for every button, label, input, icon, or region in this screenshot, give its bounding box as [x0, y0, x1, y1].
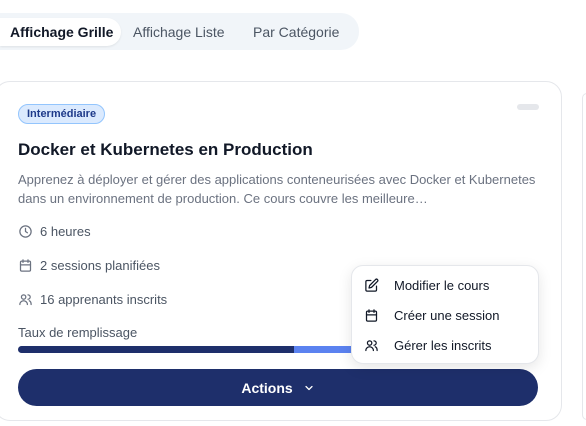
- menu-item-manage-enrolled[interactable]: Gérer les inscrits: [352, 331, 538, 359]
- menu-item-label: Créer une session: [394, 307, 500, 323]
- sessions-text: 2 sessions planifiées: [40, 257, 160, 273]
- actions-button-label: Actions: [241, 379, 293, 396]
- course-title: Docker et Kubernetes en Production: [18, 140, 313, 159]
- menu-item-create-session[interactable]: Créer une session: [352, 301, 538, 329]
- tab-by-category[interactable]: Par Catégorie: [244, 18, 354, 46]
- actions-dropdown-menu: Modifier le cours Créer une session Gére…: [351, 265, 539, 364]
- users-icon: [19, 293, 32, 305]
- users-icon: [365, 339, 378, 351]
- calendar-icon: [365, 308, 378, 322]
- view-tabs: Affichage Grille Affichage Liste Par Cat…: [0, 13, 359, 50]
- status-indicator: [517, 104, 539, 110]
- course-description: Apprenez à déployer et gérer des applica…: [18, 172, 536, 206]
- next-course-card: [582, 93, 586, 420]
- menu-item-label: Modifier le cours: [394, 277, 490, 293]
- chevron-down-icon: [305, 385, 313, 390]
- edit-icon: [365, 278, 379, 292]
- duration-text: 6 heures: [40, 223, 91, 239]
- clock-icon: [19, 224, 32, 238]
- course-enrolled: 16 apprenants inscrits: [18, 290, 167, 308]
- progress-fill: [18, 346, 294, 353]
- enrolled-text: 16 apprenants inscrits: [40, 291, 168, 307]
- menu-item-edit-course[interactable]: Modifier le cours: [352, 271, 538, 299]
- course-duration: 6 heures: [18, 222, 91, 240]
- tab-list-view[interactable]: Affichage Liste: [124, 18, 240, 46]
- calendar-icon: [19, 258, 32, 272]
- menu-item-label: Gérer les inscrits: [394, 337, 492, 353]
- tab-grid-view[interactable]: Affichage Grille: [0, 18, 121, 46]
- course-sessions: 2 sessions planifiées: [18, 256, 160, 274]
- actions-button[interactable]: Actions: [18, 369, 538, 406]
- fill-rate-label: Taux de remplissage: [18, 325, 138, 340]
- progress-fill-secondary: [293, 346, 356, 353]
- level-badge: Intermédiaire: [18, 104, 106, 124]
